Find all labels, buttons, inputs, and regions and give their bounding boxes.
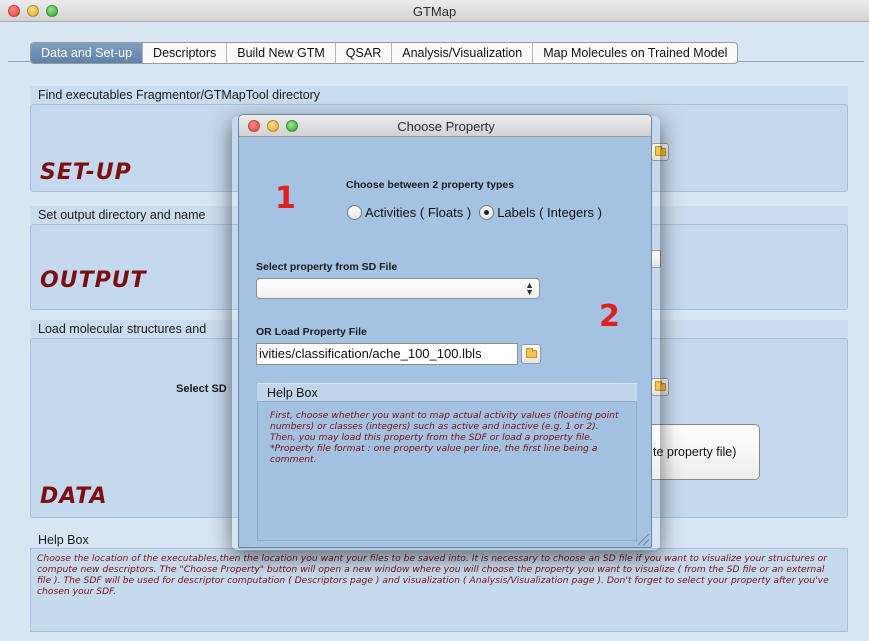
browse-property-file-button[interactable] [521,344,541,364]
dialog-title: Choose Property [397,119,495,134]
tab-descriptors[interactable]: Descriptors [143,43,228,63]
tab-data-setup[interactable]: Data and Set-up [31,43,144,63]
property-type-radio-group: Activities ( Floats ) Labels ( Integers … [347,205,610,220]
activities-radio[interactable] [347,205,362,220]
tab-build-gtm[interactable]: Build New GTM [227,43,336,63]
data-label: DATA [40,484,108,509]
property-file-label: OR Load Property File [256,326,367,338]
dialog-help-heading: Help Box [257,383,637,401]
step-1-marker: 1 [275,181,296,216]
tab-bar: Data and Set-up Descriptors Build New GT… [30,42,739,64]
activities-radio-label[interactable]: Activities ( Floats ) [365,205,471,220]
tab-qsar[interactable]: QSAR [336,43,393,63]
labels-radio[interactable] [479,205,495,220]
tab-map-molecules[interactable]: Map Molecules on Trained Model [533,43,737,63]
sd-property-select[interactable]: ▲ ▼ [256,278,540,299]
dialog-titlebar[interactable]: Choose Property [239,115,651,137]
updown-arrows-icon: ▲ ▼ [525,280,534,297]
tab-analysis-visualization[interactable]: Analysis/Visualization [392,43,534,63]
executables-section-heading: Find executables Fragmentor/GTMapTool di… [30,86,848,104]
choose-property-button[interactable]: te property file) [646,424,760,480]
labels-radio-label[interactable]: Labels ( Integers ) [497,205,602,220]
setup-label: SET-UP [40,160,132,185]
sd-property-label: Select property from SD File [256,261,398,273]
step-2-marker: 2 [599,299,620,334]
window-titlebar[interactable]: GTMap [0,0,869,22]
choose-property-dialog: Choose Property 1 2 Choose between 2 pro… [238,114,652,548]
property-type-label: Choose between 2 property types [346,179,515,191]
resize-grip-icon[interactable] [638,534,649,545]
property-file-field[interactable]: ivities/classification/ache_100_100.lbls [256,343,518,365]
folder-icon [526,348,537,358]
window-title: GTMap [412,4,457,19]
help-text: Choose the location of the executables,t… [30,548,848,632]
dialog-help-text: First, choose whether you want to map ac… [257,401,637,541]
output-label: OUTPUT [40,268,147,293]
select-sd-label: Select SD [176,383,227,395]
